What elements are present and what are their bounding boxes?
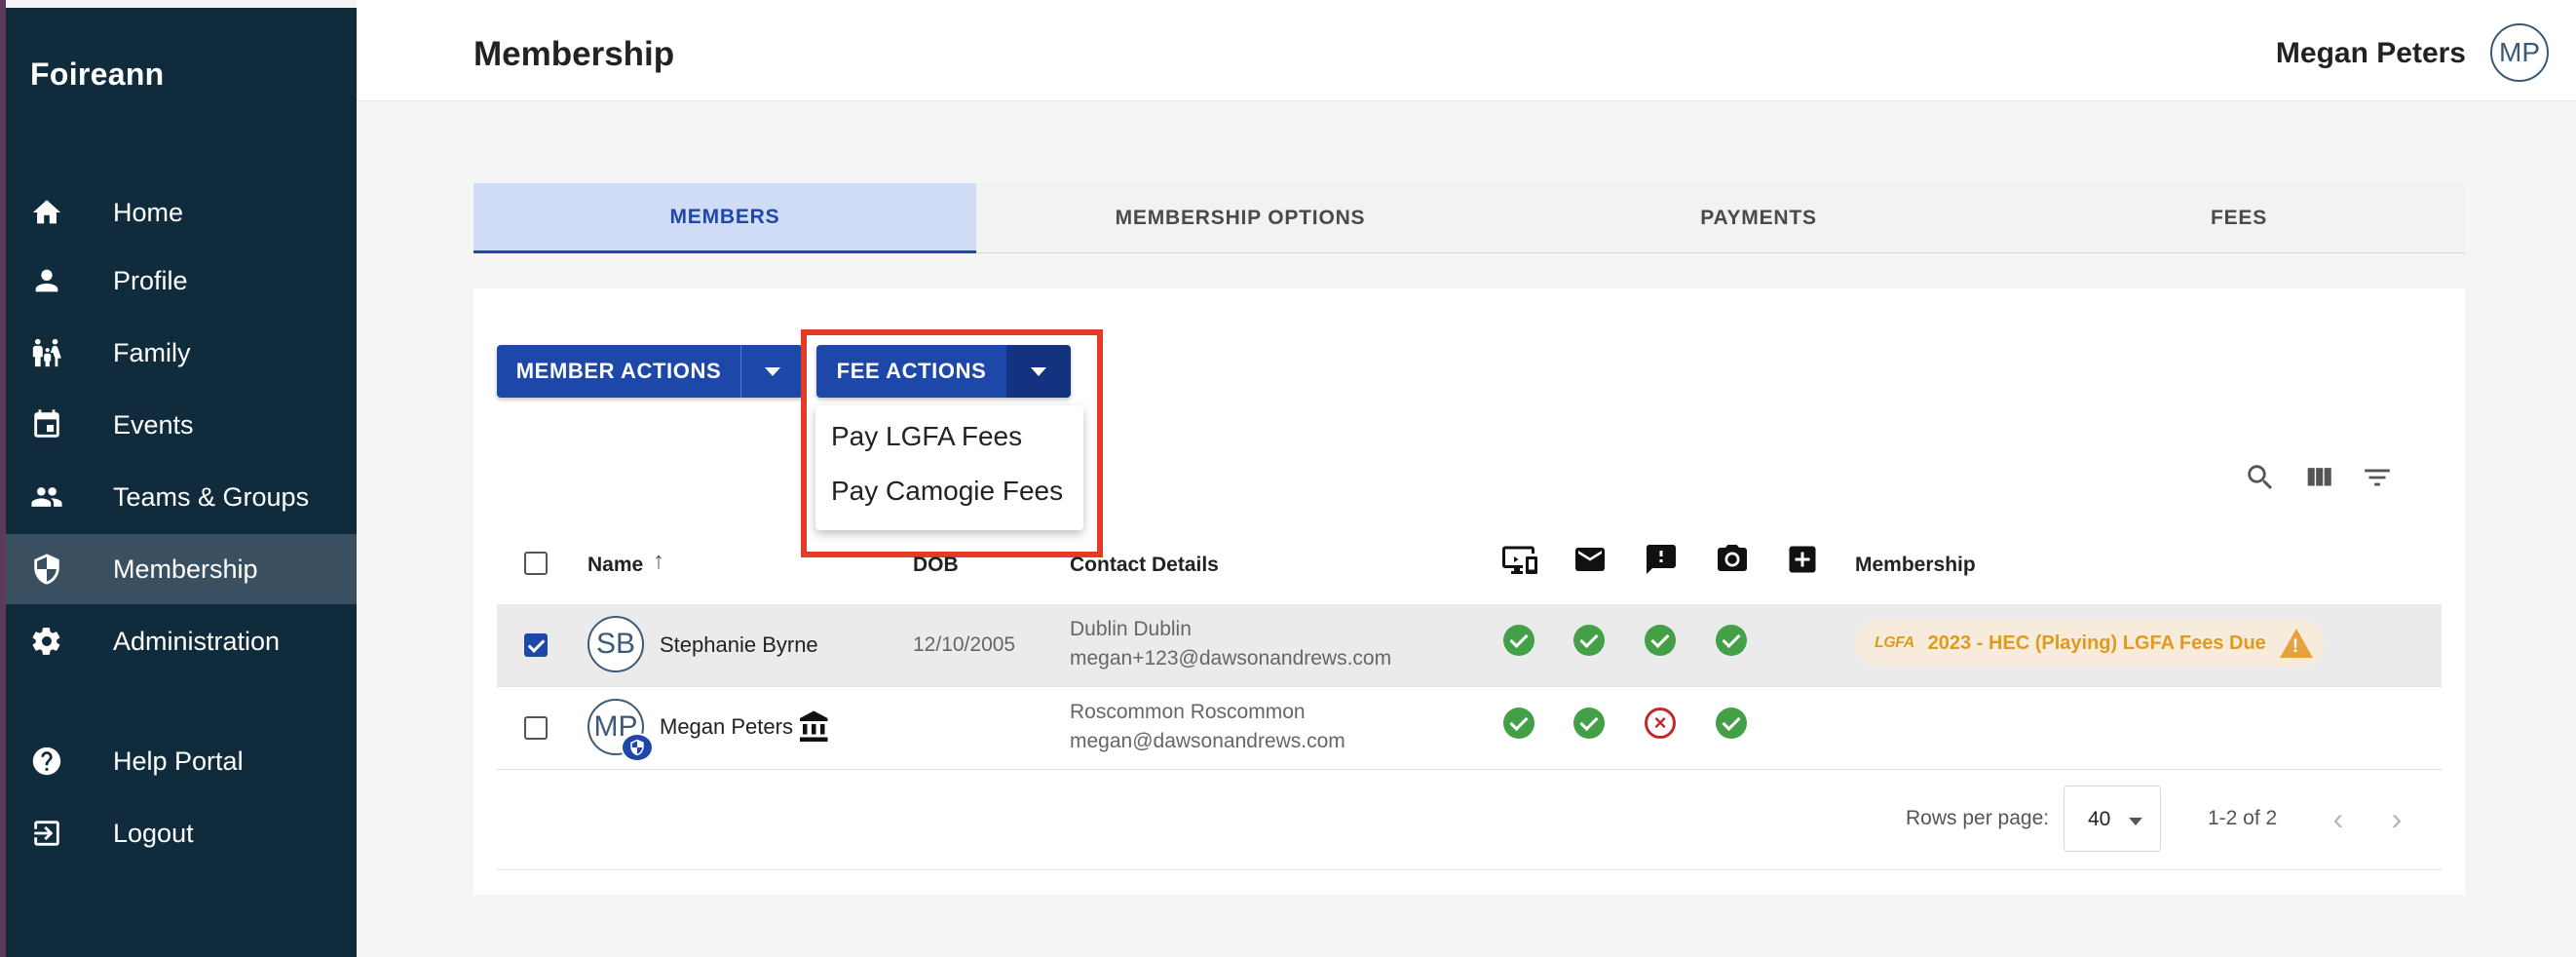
chevron-down-icon bbox=[764, 366, 780, 376]
sidebar-item-administration[interactable]: Administration bbox=[6, 606, 357, 676]
sort-ascending-icon[interactable]: ↑ bbox=[653, 548, 664, 575]
member-email: megan@dawsonandrews.com bbox=[1070, 730, 1345, 752]
chevron-down-icon bbox=[2129, 818, 2142, 825]
avatar: SB bbox=[587, 616, 644, 672]
status-ok-icon bbox=[1716, 708, 1747, 739]
divider bbox=[497, 869, 2442, 870]
camera-icon bbox=[1713, 540, 1752, 579]
status-error-icon: × bbox=[1645, 708, 1676, 739]
help-icon bbox=[29, 744, 64, 779]
shield-badge-icon bbox=[621, 733, 654, 762]
sidebar-item-label: Family bbox=[113, 337, 191, 367]
email-icon bbox=[1571, 540, 1610, 579]
sidebar-item-label: Administration bbox=[113, 626, 281, 656]
brand-logo: Foireann bbox=[30, 57, 165, 92]
lgfa-logo: LGFA bbox=[1875, 634, 1914, 651]
bank-icon bbox=[795, 708, 834, 746]
member-name[interactable]: Stephanie Byrne bbox=[660, 632, 818, 658]
sidebar-item-membership[interactable]: Membership bbox=[6, 534, 357, 604]
pagination-range: 1-2 of 2 bbox=[2208, 807, 2278, 829]
row-checkbox[interactable] bbox=[524, 633, 548, 657]
logout-icon bbox=[29, 816, 64, 851]
sidebar-item-help-portal[interactable]: Help Portal bbox=[6, 726, 357, 796]
sidebar-item-label: Events bbox=[113, 409, 194, 440]
member-actions-dropdown[interactable] bbox=[740, 345, 803, 398]
member-email: megan+123@dawsonandrews.com bbox=[1070, 647, 1392, 670]
member-dob: 12/10/2005 bbox=[913, 633, 1016, 656]
sidebar: Foireann Home Profile Family Events Team… bbox=[6, 8, 357, 957]
member-actions-button[interactable]: MEMBER ACTIONS bbox=[497, 345, 740, 398]
top-header: Membership Megan Peters MP bbox=[357, 0, 2576, 101]
sidebar-item-label: Membership bbox=[113, 554, 258, 584]
member-address: Roscommon Roscommon bbox=[1070, 701, 1306, 723]
avatar[interactable]: MP bbox=[2490, 23, 2549, 82]
column-header-name[interactable]: Name bbox=[587, 554, 643, 577]
sidebar-item-teams-groups[interactable]: Teams & Groups bbox=[6, 462, 357, 532]
person-icon bbox=[29, 263, 64, 298]
column-header-dob[interactable]: DOB bbox=[913, 554, 959, 577]
column-header-membership[interactable]: Membership bbox=[1855, 554, 1976, 577]
medical-icon bbox=[1783, 540, 1822, 579]
rows-per-page-value: 40 bbox=[2088, 808, 2111, 830]
member-actions-split-button: MEMBER ACTIONS bbox=[497, 345, 803, 398]
sidebar-item-label: Help Portal bbox=[113, 746, 244, 776]
membership-status-label: 2023 - HEC (Playing) LGFA Fees Due bbox=[1927, 632, 2266, 654]
status-ok-icon bbox=[1503, 708, 1534, 739]
search-icon[interactable] bbox=[2241, 458, 2280, 497]
calendar-icon bbox=[29, 407, 64, 442]
tab-fees[interactable]: FEES bbox=[2013, 183, 2465, 253]
rows-per-page-label: Rows per page: bbox=[1906, 807, 2050, 829]
sidebar-item-events[interactable]: Events bbox=[6, 390, 357, 460]
membership-status-chip[interactable]: LGFA 2023 - HEC (Playing) LGFA Fees Due … bbox=[1855, 620, 2325, 667]
sidebar-item-label: Teams & Groups bbox=[113, 481, 310, 512]
status-ok-icon bbox=[1503, 625, 1534, 656]
family-icon bbox=[29, 335, 64, 370]
status-ok-icon bbox=[1716, 625, 1747, 656]
shield-icon bbox=[29, 552, 64, 587]
rows-per-page-select[interactable]: 40 bbox=[2064, 785, 2161, 852]
next-page-button[interactable]: › bbox=[2377, 799, 2416, 838]
previous-page-button[interactable]: ‹ bbox=[2319, 799, 2358, 838]
sidebar-item-family[interactable]: Family bbox=[6, 318, 357, 388]
select-all-checkbox[interactable] bbox=[524, 552, 548, 575]
tab-payments[interactable]: PAYMENTS bbox=[1504, 183, 2013, 253]
row-checkbox[interactable] bbox=[524, 716, 548, 740]
tab-membership-options[interactable]: MEMBERSHIP OPTIONS bbox=[976, 183, 1504, 253]
tab-members[interactable]: MEMBERS bbox=[474, 183, 976, 253]
status-ok-icon bbox=[1573, 708, 1605, 739]
sidebar-item-logout[interactable]: Logout bbox=[6, 798, 357, 868]
alert-icon bbox=[1642, 540, 1681, 579]
membership-tabs: MEMBERS MEMBERSHIP OPTIONS PAYMENTS FEES bbox=[474, 183, 2465, 253]
column-header-contact[interactable]: Contact Details bbox=[1070, 554, 1219, 577]
member-name[interactable]: Megan Peters bbox=[660, 714, 793, 740]
fee-actions-highlight bbox=[801, 329, 1103, 557]
page-title: Membership bbox=[474, 35, 675, 73]
columns-icon[interactable] bbox=[2299, 458, 2338, 497]
group-icon bbox=[29, 479, 64, 515]
gear-icon bbox=[29, 624, 64, 659]
sidebar-item-label: Logout bbox=[113, 818, 194, 848]
sidebar-item-profile[interactable]: Profile bbox=[6, 246, 357, 316]
filter-icon[interactable] bbox=[2358, 458, 2397, 497]
warning-icon: ! bbox=[2279, 629, 2313, 658]
user-name[interactable]: Megan Peters bbox=[2276, 37, 2466, 70]
device-icon bbox=[1500, 540, 1539, 579]
status-ok-icon bbox=[1573, 625, 1605, 656]
member-address: Dublin Dublin bbox=[1070, 618, 1192, 640]
status-ok-icon bbox=[1645, 625, 1676, 656]
sidebar-item-label: Profile bbox=[113, 265, 188, 295]
